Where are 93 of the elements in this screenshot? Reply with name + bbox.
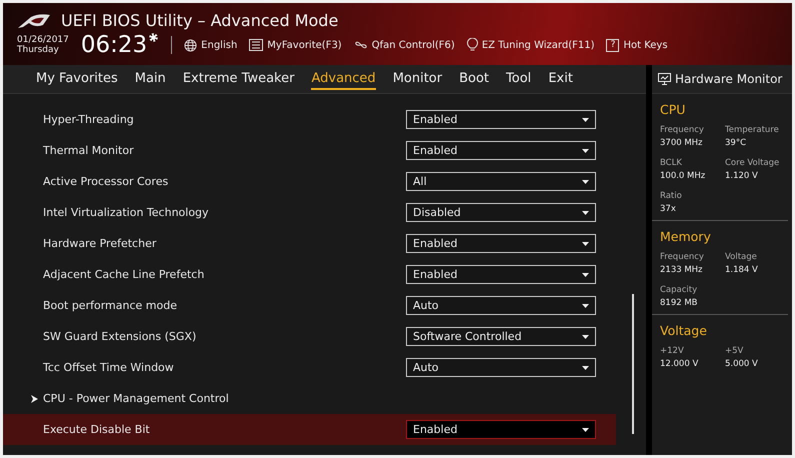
setting-label: Execute Disable Bit	[43, 423, 150, 436]
reading-label: Temperature	[725, 125, 780, 135]
caret-icon	[582, 210, 589, 214]
reading-value: 8192 MB	[660, 298, 698, 308]
toolbar-button[interactable]: English	[184, 38, 238, 52]
reading-label: Capacity	[660, 285, 698, 295]
arrow-icon	[31, 394, 38, 402]
monitor-icon	[658, 73, 671, 85]
setting-label: Hyper-Threading	[43, 113, 134, 126]
caret-icon	[582, 272, 589, 276]
caret-icon	[582, 242, 589, 246]
scrollbar[interactable]	[632, 294, 634, 434]
help-icon: ?	[606, 38, 620, 52]
reading-label: Frequency	[660, 125, 705, 135]
menu-tab[interactable]: My Favorites	[36, 68, 118, 90]
reading-label: +12V	[660, 346, 685, 356]
caret-icon	[582, 334, 589, 338]
reading-value: 5.000 V	[725, 359, 759, 369]
reading-label: Ratio	[660, 191, 683, 201]
dropdown[interactable]: Software Controlled	[406, 327, 596, 346]
reading-value: 2133 MHz	[660, 265, 704, 275]
date-text: 01/26/2017	[17, 35, 69, 45]
reading-label: Voltage	[725, 252, 758, 262]
caret-icon	[582, 304, 589, 308]
menu-tab[interactable]: Main	[134, 68, 166, 90]
dropdown[interactable]: Auto	[406, 358, 596, 377]
toolbar-button[interactable]: MyFavorite(F3)	[249, 39, 342, 51]
menu-tab[interactable]: Monitor	[392, 68, 442, 90]
setting-row[interactable]: Execute Disable Bit Enabled	[3, 414, 616, 445]
window-title: UEFI BIOS Utility – Advanced Mode	[61, 11, 338, 30]
reading-label: Frequency	[660, 252, 705, 262]
setting-label: Tcc Offset Time Window	[43, 361, 174, 374]
dropdown[interactable]: Enabled	[406, 110, 596, 129]
caret-icon	[582, 118, 589, 122]
section-heading: Memory	[660, 229, 712, 244]
setting-row[interactable]: SW Guard Extensions (SGX) Software Controlled	[3, 321, 616, 352]
lightbulb-icon	[466, 38, 478, 52]
caret-icon	[582, 180, 589, 184]
menu-tab[interactable]: Tool	[506, 68, 532, 90]
setting-label: Boot performance mode	[43, 299, 177, 312]
dropdown[interactable]: All	[406, 172, 596, 191]
caret-icon	[582, 366, 589, 370]
caret-icon	[582, 428, 589, 432]
setting-row[interactable]: Tcc Offset Time Window Auto	[3, 352, 616, 383]
setting-label: Thermal Monitor	[43, 144, 134, 157]
toolbar-button[interactable]: Qfan Control(F6)	[354, 39, 455, 51]
reading-label: +5V	[725, 346, 744, 356]
setting-row[interactable]: Boot performance mode Auto	[3, 290, 616, 321]
panel-title: Hardware Monitor	[675, 72, 782, 86]
toolbar-button[interactable]: ? Hot Keys	[606, 38, 668, 52]
setting-row[interactable]: Intel Virtualization Technology Disabled	[3, 197, 616, 228]
day-text: Thursday	[17, 45, 60, 55]
setting-row[interactable]: Hyper-Threading Enabled	[3, 104, 616, 135]
logo-icon	[17, 12, 51, 28]
toolbar-button[interactable]: EZ Tuning Wizard(F11)	[466, 38, 594, 52]
setting-row[interactable]: Thermal Monitor Enabled	[3, 135, 616, 166]
dropdown[interactable]: Enabled	[406, 420, 596, 439]
setting-label: SW Guard Extensions (SGX)	[43, 330, 196, 343]
menu-tab[interactable]: Extreme Tweaker	[182, 68, 294, 90]
reading-value: 39°C	[725, 138, 748, 148]
reading-value: 100.0 MHz	[660, 171, 706, 181]
settings-icon[interactable]	[148, 32, 160, 43]
menu-tab[interactable]: Advanced	[311, 68, 376, 90]
reading-label: Core Voltage	[725, 158, 780, 168]
submenu-label: CPU - Power Management Control	[43, 392, 229, 405]
reading-value: 12.000 V	[660, 359, 700, 369]
menu-tab[interactable]: Boot	[459, 68, 490, 90]
fan-icon	[354, 39, 368, 51]
clock-time: 06:23	[80, 32, 148, 58]
globe-icon	[184, 38, 198, 52]
setting-label: Adjacent Cache Line Prefetch	[43, 268, 204, 281]
reading-value: 37x	[660, 204, 677, 214]
submenu-row[interactable]: CPU - Power Management Control	[3, 383, 616, 414]
dropdown[interactable]: Enabled	[406, 234, 596, 253]
reading-value: 1.184 V	[725, 265, 759, 275]
setting-label: Active Processor Cores	[43, 175, 168, 188]
dropdown[interactable]: Disabled	[406, 203, 596, 222]
section-heading: CPU	[660, 102, 686, 117]
section-heading: Voltage	[660, 323, 708, 338]
caret-icon	[582, 148, 589, 152]
setting-row[interactable]: Hardware Prefetcher Enabled	[3, 228, 616, 259]
dropdown[interactable]: Enabled	[406, 141, 596, 160]
reading-label: BCLK	[660, 158, 683, 168]
list-icon	[249, 39, 264, 51]
setting-label: Hardware Prefetcher	[43, 237, 156, 250]
dropdown[interactable]: Auto	[406, 296, 596, 315]
reading-value: 1.120 V	[725, 171, 759, 181]
dropdown[interactable]: Enabled	[406, 265, 596, 284]
setting-row[interactable]: Adjacent Cache Line Prefetch Enabled	[3, 259, 616, 290]
reading-value: 3700 MHz	[660, 138, 704, 148]
setting-label: Intel Virtualization Technology	[43, 206, 209, 219]
menu-tab[interactable]: Exit	[548, 68, 573, 90]
setting-row[interactable]: Active Processor Cores All	[3, 166, 616, 197]
